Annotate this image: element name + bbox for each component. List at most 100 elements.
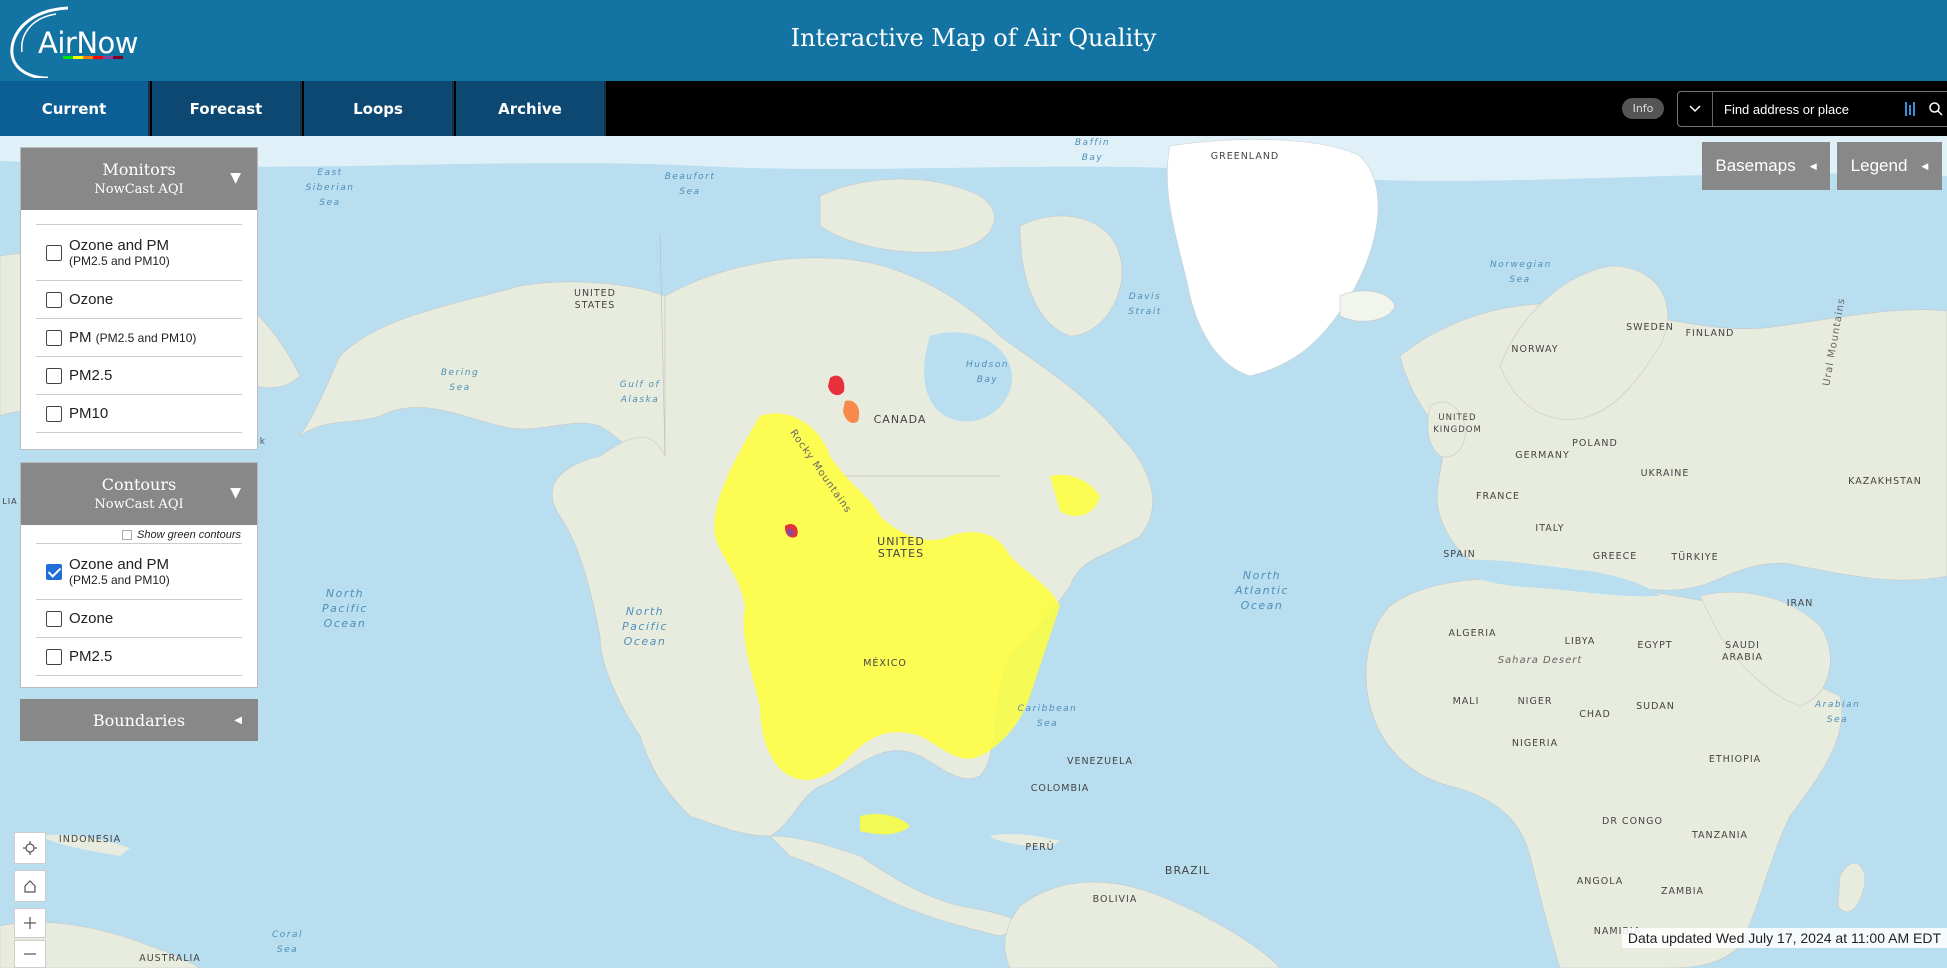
map-label-algeria: ALGERIA (1448, 628, 1497, 639)
monitors-option-pm[interactable]: PM (PM2.5 and PM10) (36, 319, 242, 357)
monitors-option-ozone-pm[interactable]: Ozone and PM (PM2.5 and PM10) (36, 225, 242, 281)
contours-subtitle: NowCast AQI (94, 497, 184, 512)
map-label-greece: GREECE (1592, 551, 1638, 562)
map-label-mexico: MÉXICO (863, 658, 907, 669)
show-green-contours-toggle[interactable]: Show green contours (21, 525, 257, 541)
map-label-sudan: SUDAN (1636, 701, 1675, 712)
map-label-australia: AUSTRALIA (139, 953, 201, 964)
checkbox[interactable] (46, 405, 62, 422)
contours-option-ozone-pm[interactable]: Ozone and PM (PM2.5 and PM10) (36, 544, 242, 600)
minus-icon (24, 953, 36, 955)
map-label-italy: ITALY (1535, 523, 1565, 534)
search-icon[interactable] (1928, 101, 1944, 117)
contours-option-pm25[interactable]: PM2.5 (36, 638, 242, 676)
map-label-nigeria: NIGERIA (1511, 738, 1559, 749)
map-label-venezuela: VENEZUELA (1066, 756, 1134, 767)
crosshair-icon (23, 841, 37, 855)
monitors-title: Monitors (102, 160, 176, 179)
checkbox[interactable] (46, 291, 62, 308)
map-label-north-atlantic-ocean: North Atlantic Ocean (1234, 569, 1290, 612)
expand-caret-icon: ◀ (1809, 160, 1817, 171)
locate-button[interactable] (14, 832, 46, 864)
map-label-arabian-sea: Arabian Sea (1815, 700, 1861, 725)
map-label-sweden: SWEDEN (1626, 322, 1674, 333)
expand-caret-icon: ◀ (1921, 160, 1929, 171)
monitors-option-ozone[interactable]: Ozone (36, 281, 242, 319)
expand-caret-icon: ◀ (234, 714, 242, 726)
monitors-option-pm10[interactable]: PM10 (36, 395, 242, 433)
map-label-lia: LIA (2, 497, 18, 506)
contours-panel-header[interactable]: Contours NowCast AQI ▼ (21, 463, 257, 525)
map-label-niger: NIGER (1517, 696, 1553, 707)
map-label-france: FRANCE (1476, 491, 1520, 502)
zoom-in-button[interactable] (14, 908, 46, 938)
map-label-angola: ANGOLA (1576, 876, 1624, 887)
map-label-baffin-bay: Baffin Bay (1074, 138, 1111, 163)
map-label-norway: NORWAY (1511, 344, 1559, 355)
map-label-saudi-arabia: SAUDI ARABIA (1721, 640, 1764, 663)
checkbox-checked[interactable] (46, 563, 62, 580)
map-label-brazil: BRAZIL (1164, 864, 1211, 877)
map-label-bering-sea: Bering Sea (440, 368, 480, 393)
collapse-caret-icon: ▼ (230, 170, 241, 186)
checkbox[interactable] (46, 244, 62, 261)
search-source-dropdown[interactable] (1678, 92, 1713, 126)
legend-button[interactable]: Legend ◀ (1837, 142, 1942, 190)
map-label-greenland: GREENLAND (1210, 151, 1280, 162)
contours-title: Contours (101, 475, 177, 494)
map-label-chad: CHAD (1579, 709, 1611, 720)
app-header: AirNow Interactive Map of Air Quality (0, 0, 1947, 81)
checkbox[interactable] (46, 329, 62, 346)
collapse-caret-icon: ▼ (230, 485, 241, 501)
map-label-iran: IRAN (1786, 598, 1814, 609)
map-label-zambia: ZAMBIA (1660, 886, 1705, 897)
map-label-north-pacific-ocean: North Pacific Ocean (322, 587, 368, 630)
map-label-sahara: Sahara Desert (1497, 655, 1583, 666)
search-input[interactable] (1714, 92, 1894, 126)
info-button[interactable]: Info (1622, 98, 1664, 119)
monitors-panel-header[interactable]: Monitors NowCast AQI ▼ (21, 148, 257, 210)
plus-icon (24, 917, 36, 929)
map-label-hudson-bay: Hudson Bay (965, 360, 1010, 385)
voice-search-icon[interactable] (1904, 100, 1916, 118)
home-button[interactable] (14, 870, 46, 902)
monitors-option-pm25[interactable]: PM2.5 (36, 357, 242, 395)
boundaries-panel-header[interactable]: Boundaries ◀ (20, 699, 258, 741)
map-label-spain: SPAIN (1443, 549, 1476, 560)
zoom-out-button[interactable] (14, 940, 46, 968)
contours-option-ozone[interactable]: Ozone (36, 600, 242, 638)
map-label-colombia: COLOMBIA (1030, 783, 1090, 794)
map-view[interactable]: East Siberian Sea Beaufort Sea Baffin Ba… (0, 136, 1947, 968)
map-label-dr-congo: DR CONGO (1602, 816, 1663, 827)
search-box (1677, 91, 1947, 127)
monitors-panel: Monitors NowCast AQI ▼ Ozone and PM (PM2… (20, 147, 258, 450)
map-label-north-pacific-ocean-2: North Pacific Ocean (622, 605, 668, 648)
contours-panel: Contours NowCast AQI ▼ Show green contou… (20, 462, 258, 688)
basemaps-button[interactable]: Basemaps ◀ (1702, 142, 1830, 190)
tab-archive[interactable]: Archive (456, 81, 606, 136)
checkbox[interactable] (46, 610, 62, 627)
basemap (0, 136, 1947, 968)
checkbox[interactable] (122, 530, 133, 540)
map-label-coral-sea: Coral Sea (271, 930, 303, 955)
tab-current[interactable]: Current (0, 81, 150, 136)
monitors-subtitle: NowCast AQI (94, 182, 184, 197)
chevron-down-icon (1689, 105, 1701, 113)
map-label-germany: GERMANY (1515, 450, 1570, 461)
map-label-finland: FINLAND (1685, 328, 1735, 339)
map-label-united-states: UNITED STATES (877, 535, 925, 560)
tab-loops[interactable]: Loops (304, 81, 454, 136)
map-label-mali: MALI (1452, 696, 1480, 707)
checkbox[interactable] (46, 367, 62, 384)
data-updated-status: Data updated Wed July 17, 2024 at 11:00 … (1621, 928, 1947, 948)
map-label-tanzania: TANZANIA (1691, 830, 1749, 841)
nav-bar: Current Forecast Loops Archive Info (0, 81, 1947, 136)
map-label-turkiye: TÜRKIYE (1671, 552, 1719, 563)
map-label-ukraine: UKRAINE (1640, 468, 1690, 479)
map-label-canada: CANADA (873, 413, 927, 426)
checkbox[interactable] (46, 648, 62, 665)
map-label-davis-strait: Davis Strait (1128, 292, 1162, 317)
map-label-egypt: EGYPT (1637, 640, 1673, 651)
tab-forecast[interactable]: Forecast (152, 81, 302, 136)
map-label-poland: POLAND (1572, 438, 1618, 449)
